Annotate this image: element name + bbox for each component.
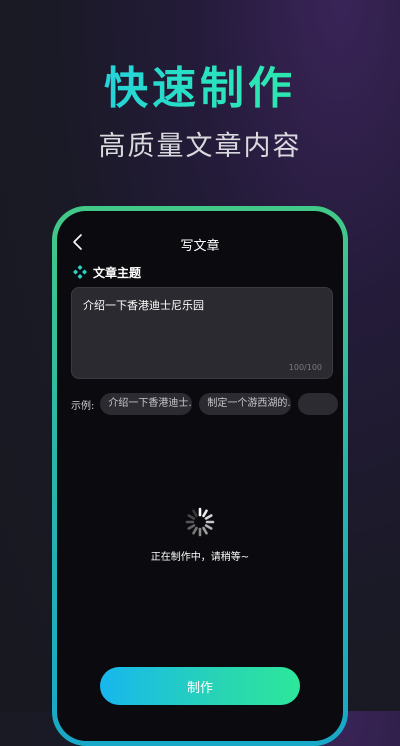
nav-title: 写文章 xyxy=(180,239,220,254)
hero-title: 快速制作 xyxy=(0,52,400,116)
example-chip[interactable]: 介绍一下香港迪士... xyxy=(100,393,193,415)
make-button[interactable]: 制作 xyxy=(100,667,300,705)
examples-label: 示例: xyxy=(71,400,95,412)
example-chip[interactable] xyxy=(298,393,339,415)
loading-text: 正在制作中，请稍等~ xyxy=(150,552,250,563)
spinner-icon xyxy=(185,507,215,537)
diamond-cluster-icon xyxy=(73,265,87,279)
phone-screen: 写文章 文章主题 介绍一下香港迪士尼乐园 100/100 示例: 介绍一下香港迪… xyxy=(57,211,343,741)
section-header: 文章主题 xyxy=(73,264,141,280)
phone-frame: 写文章 文章主题 介绍一下香港迪士尼乐园 100/100 示例: 介绍一下香港迪… xyxy=(52,206,348,746)
examples-row: 示例: 介绍一下香港迪士... 制定一个游西湖的... xyxy=(71,392,343,416)
example-chip[interactable]: 制定一个游西湖的... xyxy=(199,393,292,415)
char-count: 100/100 xyxy=(288,363,322,372)
section-label: 文章主题 xyxy=(93,265,142,280)
hero-subtitle: 高质量文章内容 xyxy=(98,131,302,162)
topic-input-value: 介绍一下香港迪士尼乐园 xyxy=(83,299,204,312)
topic-input[interactable]: 介绍一下香港迪士尼乐园 100/100 xyxy=(71,287,333,379)
